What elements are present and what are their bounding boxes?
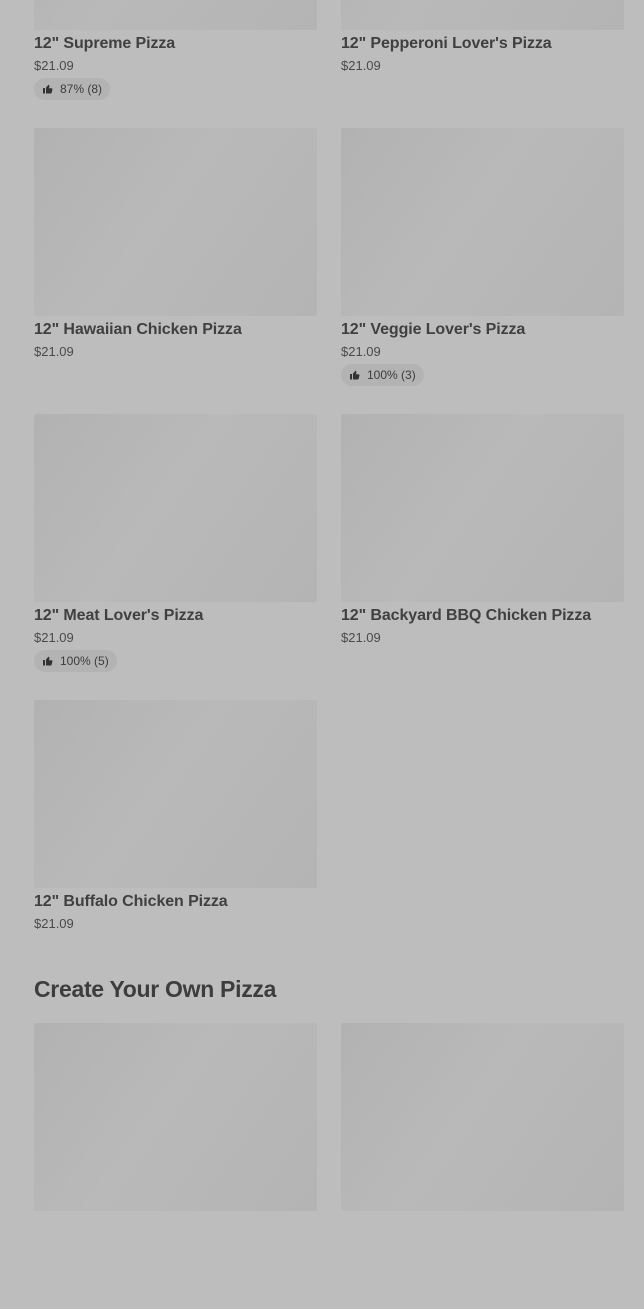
product-card-hawaiian[interactable]: 12" Hawaiian Chicken Pizza $21.09 [34,128,317,414]
product-image[interactable] [34,414,317,602]
product-card-buffalo[interactable]: 12" Buffalo Chicken Pizza $21.09 [34,700,317,986]
product-price: $21.09 [34,58,74,73]
product-image[interactable] [341,414,624,602]
rating-badge: 100% (3) [341,364,424,386]
create-your-own-grid [34,1023,624,1309]
product-name[interactable]: 12" Buffalo Chicken Pizza [34,893,317,911]
rating-text: 87% (8) [60,82,103,96]
product-image[interactable] [341,0,624,30]
product-image[interactable] [34,0,317,30]
rating-badge: 87% (8) [34,78,111,100]
product-grid: 12" Supreme Pizza $21.09 87% (8) 12" Pep… [34,0,624,986]
product-card-supreme[interactable]: 12" Supreme Pizza $21.09 87% (8) [34,0,317,128]
product-image[interactable] [34,700,317,888]
product-price: $21.09 [34,916,74,931]
section-title-create-your-own: Create Your Own Pizza [34,976,277,1002]
product-card-veggie[interactable]: 12" Veggie Lover's Pizza $21.09 100% (3) [341,128,624,414]
thumbs-up-icon [350,370,360,380]
product-name[interactable]: 12" Meat Lover's Pizza [34,607,317,625]
product-card[interactable] [341,1023,624,1309]
product-name[interactable]: 12" Supreme Pizza [34,35,317,53]
product-name[interactable]: 12" Backyard BBQ Chicken Pizza [341,607,624,625]
product-name[interactable]: 12" Veggie Lover's Pizza [341,321,624,339]
product-card-meat[interactable]: 12" Meat Lover's Pizza $21.09 100% (5) [34,414,317,700]
product-image[interactable] [34,1023,317,1211]
product-card-pepperoni[interactable]: 12" Pepperoni Lover's Pizza $21.09 [341,0,624,128]
product-price: $21.09 [34,344,74,359]
thumbs-up-icon [43,84,53,94]
product-card-bbq[interactable]: 12" Backyard BBQ Chicken Pizza $21.09 [341,414,624,700]
product-image[interactable] [34,128,317,316]
product-price: $21.09 [341,58,381,73]
product-image[interactable] [341,1023,624,1211]
thumbs-up-icon [43,656,53,666]
rating-text: 100% (5) [60,654,109,668]
product-price: $21.09 [341,630,381,645]
product-image[interactable] [341,128,624,316]
rating-badge: 100% (5) [34,650,117,672]
product-name[interactable]: 12" Pepperoni Lover's Pizza [341,35,624,53]
product-price: $21.09 [341,344,381,359]
product-card[interactable] [34,1023,317,1309]
product-name[interactable]: 12" Hawaiian Chicken Pizza [34,321,317,339]
product-price: $21.09 [34,630,74,645]
rating-text: 100% (3) [367,368,416,382]
